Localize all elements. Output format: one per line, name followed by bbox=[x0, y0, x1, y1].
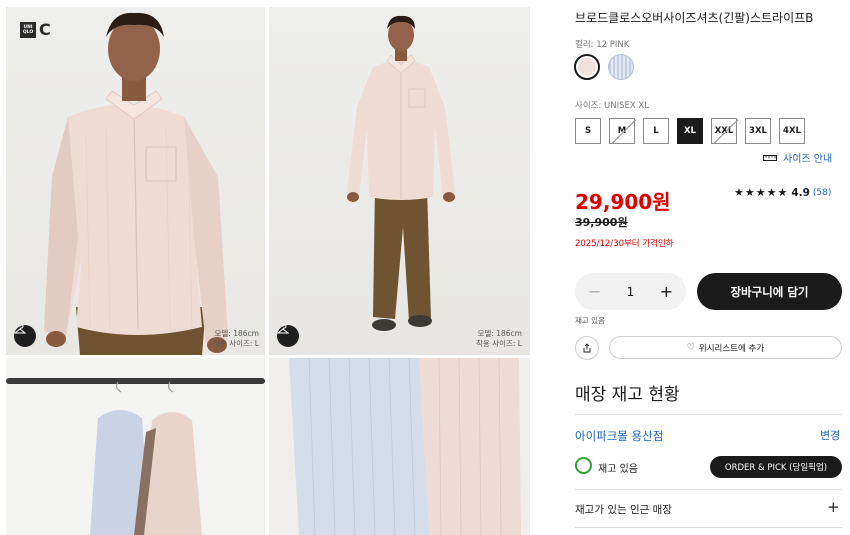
size-option-s[interactable]: S bbox=[575, 118, 601, 144]
color-label: 컬러: 12 PINK bbox=[575, 40, 630, 50]
hanger-icon[interactable] bbox=[14, 325, 36, 347]
nearby-stores-label[interactable]: 재고가 있는 인근 매장 bbox=[575, 502, 672, 517]
color-swatch-pink[interactable] bbox=[574, 54, 600, 80]
wishlist-label: 위시리스트에 추가 bbox=[698, 343, 765, 354]
model-walking-illustration bbox=[347, 15, 455, 331]
model-info: 모델: 186cm 착용 사이즈: L bbox=[213, 329, 259, 349]
store-availability: 재고 있음 bbox=[598, 464, 638, 475]
expand-plus-icon[interactable]: + bbox=[827, 498, 840, 516]
hanger-icon[interactable] bbox=[277, 325, 299, 347]
stock-status: 재고 있음 bbox=[575, 316, 605, 325]
uniqlo-c-logo[interactable]: UNI QLO C bbox=[20, 20, 51, 39]
divider bbox=[575, 489, 842, 490]
size-label: 사이즈: UNISEX XL bbox=[575, 101, 649, 111]
product-name: 브로드클로스오버사이즈셔츠(긴팔)스트라이프B bbox=[575, 11, 814, 25]
quantity-stepper: − 1 + bbox=[575, 273, 686, 310]
size-option-l[interactable]: L bbox=[643, 118, 669, 144]
change-store-link[interactable]: 변경 bbox=[820, 427, 840, 443]
price-drop-note: 2025/12/30부터 가격인하 bbox=[575, 239, 674, 249]
sale-price: 29,900원 bbox=[575, 190, 671, 214]
share-icon bbox=[583, 343, 591, 353]
in-stock-circle-icon bbox=[575, 457, 592, 474]
model-size: 착용 사이즈: L bbox=[476, 339, 522, 348]
ruler-icon bbox=[763, 154, 777, 161]
product-image-fabric-detail[interactable] bbox=[269, 358, 530, 535]
size-option-m[interactable]: M bbox=[609, 118, 635, 144]
hanging-shirts-illustration bbox=[6, 378, 265, 535]
fabric-detail-illustration bbox=[289, 358, 521, 535]
c-logo-letter: C bbox=[39, 20, 51, 39]
quantity-value: 1 bbox=[626, 284, 635, 299]
size-guide-link[interactable]: 사이즈 안내 bbox=[763, 150, 832, 165]
size-option-xxl[interactable]: XXL bbox=[711, 118, 737, 144]
size-option-xl[interactable]: XL bbox=[677, 118, 703, 144]
order-and-pick-button[interactable]: ORDER & PICK (당일픽업) bbox=[710, 456, 842, 478]
product-image-hanging[interactable] bbox=[6, 358, 265, 535]
rating-score: 4.9 bbox=[791, 186, 810, 199]
divider bbox=[575, 527, 842, 528]
size-selector: S M L XL XXL 3XL 4XL bbox=[575, 118, 805, 144]
decrease-quantity-button[interactable]: − bbox=[588, 282, 601, 301]
size-option-4xl[interactable]: 4XL bbox=[779, 118, 805, 144]
increase-quantity-button[interactable]: + bbox=[660, 282, 673, 301]
original-price: 39,900원 bbox=[575, 216, 628, 229]
model-size: 착용 사이즈: L bbox=[213, 339, 259, 348]
review-count[interactable]: (58) bbox=[813, 188, 831, 198]
model-info: 모델: 186cm 착용 사이즈: L bbox=[476, 329, 522, 349]
add-to-cart-button[interactable]: 장바구니에 담기 bbox=[697, 273, 842, 310]
product-image-model-front[interactable]: UNI QLO C 모델: 186cm 착용 사이즈: L bbox=[6, 7, 265, 355]
rating-summary[interactable]: ★★★★★ 4.9 (58) bbox=[734, 186, 831, 199]
heart-icon: ♡ bbox=[686, 342, 695, 353]
star-rating-icon: ★★★★★ bbox=[734, 186, 789, 199]
product-image-model-walking[interactable]: 모델: 186cm 착용 사이즈: L bbox=[269, 7, 530, 355]
model-height: 모델: 186cm bbox=[477, 329, 522, 338]
divider bbox=[575, 414, 842, 415]
uniqlo-logo-box: UNI QLO bbox=[20, 21, 36, 38]
add-to-wishlist-button[interactable]: ♡ 위시리스트에 추가 bbox=[609, 336, 842, 359]
store-name-link[interactable]: 아이파크몰 용산점 bbox=[575, 428, 663, 444]
color-swatch-blue[interactable] bbox=[608, 54, 634, 80]
size-guide-label: 사이즈 안내 bbox=[783, 154, 833, 165]
store-stock-title: 매장 재고 현황 bbox=[575, 385, 680, 405]
share-button[interactable] bbox=[575, 336, 599, 360]
model-height: 모델: 186cm bbox=[214, 329, 259, 338]
size-option-3xl[interactable]: 3XL bbox=[745, 118, 771, 144]
model-front-illustration bbox=[44, 12, 228, 355]
